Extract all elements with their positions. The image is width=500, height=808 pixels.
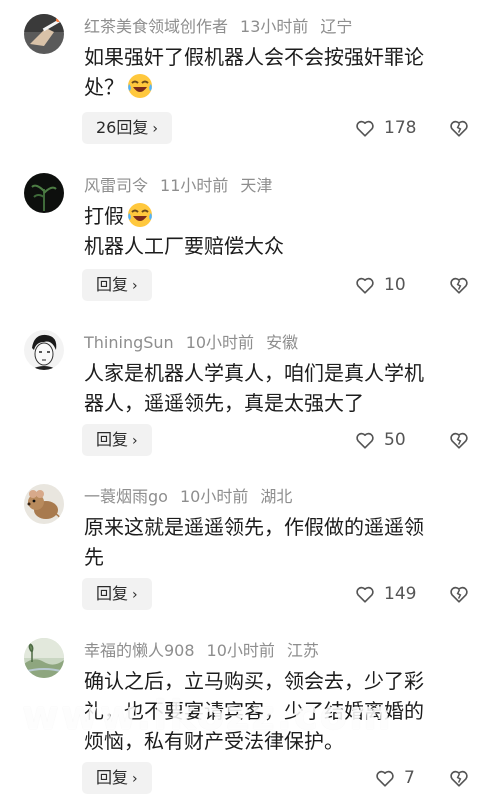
dislike-button[interactable]	[448, 429, 470, 451]
sketch-face-avatar-icon	[24, 330, 64, 370]
comment-text: 人家是机器人学真人，咱们是真人学机 器人，遥遥领先，真是太强大了	[84, 358, 474, 418]
reply-button[interactable]: 回复 ›	[82, 269, 152, 301]
hand-cigarette-avatar-icon	[24, 14, 64, 54]
comment-line: 如果强奸了假机器人会不会按强奸罪论	[84, 45, 424, 69]
chevron-right-icon: ›	[132, 771, 138, 787]
comment-line: 原来这就是遥遥领先，作假做的遥遥领	[84, 515, 424, 539]
broken-heart-icon	[450, 586, 468, 603]
reply-label: 回复	[96, 430, 129, 449]
reply-label: 回复	[96, 584, 129, 603]
timestamp: 10小时前	[206, 641, 275, 660]
username[interactable]: 一蓑烟雨go	[84, 487, 168, 506]
comment-text: 打假 机器人工厂要赔偿大众	[84, 201, 474, 261]
dislike-button[interactable]	[448, 117, 470, 139]
comment-line: 打假	[84, 201, 474, 231]
comment-line: 机器人工厂要赔偿大众	[84, 234, 284, 258]
reply-label: 回复	[96, 768, 129, 787]
like-count: 50	[384, 430, 406, 450]
comment-meta: 一蓑烟雨go 10小时前 湖北	[84, 486, 304, 508]
heart-icon	[356, 277, 374, 294]
like-button[interactable]: 50	[354, 424, 406, 456]
chevron-right-icon: ›	[152, 121, 158, 137]
location: 湖北	[260, 487, 293, 506]
user-avatar[interactable]	[24, 484, 64, 524]
username[interactable]: 风雷司令	[84, 176, 148, 195]
user-avatar[interactable]	[24, 14, 64, 54]
comment-feed: 红茶美食领域创作者 13小时前 辽宁 如果强奸了假机器人会不会按强奸罪论 处？ 26…	[0, 0, 500, 808]
timestamp: 10小时前	[179, 487, 249, 506]
heart-icon	[376, 770, 394, 787]
reply-button[interactable]: 回复 ›	[82, 424, 152, 456]
chevron-right-icon: ›	[132, 433, 138, 449]
dark-plant-avatar-icon	[24, 173, 64, 213]
reply-button[interactable]: 回复 ›	[82, 578, 152, 610]
comment-line: 器人，遥遥领先，真是太强大了	[84, 391, 364, 415]
dislike-button[interactable]	[448, 767, 470, 789]
like-button[interactable]: 10	[354, 269, 406, 301]
dislike-button[interactable]	[448, 274, 470, 296]
comment-line-text: 打假	[84, 204, 124, 228]
comment-line: 烦恼，私有财产受法律保护。	[84, 729, 344, 753]
like-button[interactable]: 7	[374, 762, 415, 794]
laugh-cry-emoji-icon	[126, 201, 154, 229]
location: 辽宁	[320, 17, 353, 36]
timestamp: 10小时前	[185, 333, 255, 352]
like-count: 10	[384, 275, 406, 295]
like-count: 7	[404, 768, 415, 788]
comment-line: 处？	[84, 72, 474, 102]
broken-heart-icon	[450, 770, 468, 787]
landscape-avatar-icon	[24, 638, 64, 678]
user-avatar[interactable]	[24, 330, 64, 370]
reply-label: 回复	[96, 275, 129, 294]
user-avatar[interactable]	[24, 638, 64, 678]
like-count: 178	[384, 118, 417, 138]
comment-meta: 风雷司令 11小时前 天津	[84, 175, 284, 197]
comment-meta: 红茶美食领域创作者 13小时前 辽宁	[84, 16, 364, 38]
comment-line-text: 处？	[84, 75, 124, 99]
comment-line: 人家是机器人学真人，咱们是真人学机	[84, 361, 424, 385]
heart-icon	[356, 120, 374, 137]
chevron-right-icon: ›	[132, 587, 138, 603]
mouse-avatar-icon	[24, 484, 64, 524]
like-button[interactable]: 149	[354, 578, 416, 610]
broken-heart-icon	[450, 277, 468, 294]
reply-button[interactable]: 回复 ›	[82, 762, 152, 794]
comment-text: 确认之后，立马购买，领会去，少了彩 礼，也不要宴请宾客，少了结婚离婚的 烦恼，私…	[84, 666, 474, 756]
like-count: 149	[384, 584, 417, 604]
location: 安徽	[266, 333, 299, 352]
comment-text: 原来这就是遥遥领先，作假做的遥遥领 先	[84, 512, 474, 572]
username[interactable]: 红茶美食领域创作者	[84, 17, 228, 36]
comment-line: 礼，也不要宴请宾客，少了结婚离婚的	[84, 699, 424, 723]
username[interactable]: ThiningSun	[84, 333, 174, 352]
reply-button[interactable]: 26回复 ›	[82, 112, 172, 144]
location: 天津	[240, 176, 273, 195]
comment-meta: ThiningSun 10小时前 安徽	[84, 332, 310, 354]
timestamp: 13小时前	[240, 17, 309, 36]
username[interactable]: 幸福的懒人908	[84, 641, 195, 660]
timestamp: 11小时前	[160, 176, 229, 195]
heart-icon	[356, 586, 374, 603]
user-avatar[interactable]	[24, 173, 64, 213]
reply-label: 26回复	[96, 118, 149, 137]
chevron-right-icon: ›	[132, 278, 138, 294]
like-button[interactable]: 178	[354, 112, 416, 144]
heart-icon	[356, 432, 374, 449]
comment-line: 先	[84, 545, 104, 569]
location: 江苏	[286, 641, 319, 660]
dislike-button[interactable]	[448, 583, 470, 605]
comment-meta: 幸福的懒人908 10小时前 江苏	[84, 640, 331, 662]
broken-heart-icon	[450, 432, 468, 449]
comment-line: 确认之后，立马购买，领会去，少了彩	[84, 669, 424, 693]
laugh-cry-emoji-icon	[126, 72, 154, 100]
comment-text: 如果强奸了假机器人会不会按强奸罪论 处？	[84, 42, 474, 102]
broken-heart-icon	[450, 120, 468, 137]
